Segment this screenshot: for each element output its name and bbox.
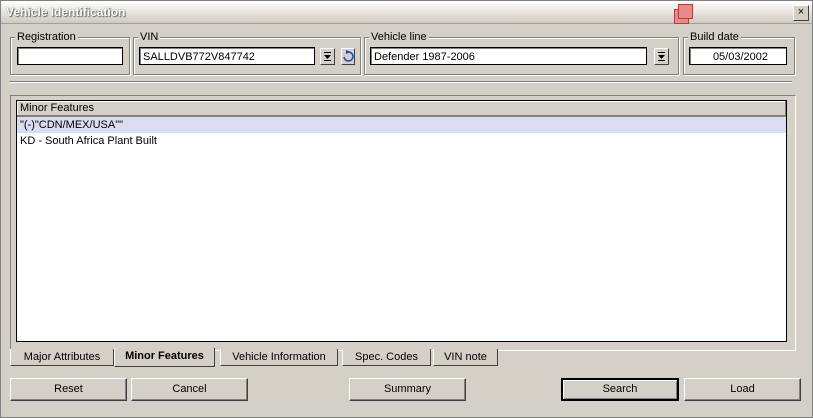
chevron-down-icon xyxy=(658,52,665,61)
list-item[interactable]: "(-)"CDN/MEX/USA"" xyxy=(17,117,786,133)
chevron-down-icon xyxy=(324,52,331,61)
vin-label: VIN xyxy=(138,31,161,43)
vehicle-line-dropdown-button[interactable] xyxy=(654,48,669,65)
vehicle-line-input[interactable]: Defender 1987-2006 xyxy=(370,47,647,65)
tab-spec-codes[interactable]: Spec. Codes xyxy=(342,349,431,366)
tab-minor-features[interactable]: Minor Features xyxy=(114,348,215,367)
summary-button[interactable]: Summary xyxy=(349,378,466,401)
window-title: Vehicle Identification xyxy=(6,5,126,19)
close-button[interactable]: × xyxy=(793,5,809,21)
registration-label: Registration xyxy=(15,31,78,43)
vin-dropdown-button[interactable] xyxy=(320,48,335,65)
list-column-header[interactable]: Minor Features xyxy=(17,101,786,117)
vin-input[interactable]: SALLDVB772V847742 xyxy=(139,47,315,65)
header-separator xyxy=(9,81,792,83)
registration-input[interactable] xyxy=(17,47,123,65)
reset-button[interactable]: Reset xyxy=(10,378,127,401)
vehicle-identification-window: Vehicle Identification × Registration VI… xyxy=(0,0,813,418)
load-button[interactable]: Load xyxy=(684,378,801,401)
list-item[interactable]: KD - South Africa Plant Built xyxy=(17,133,786,149)
tab-vehicle-information[interactable]: Vehicle Information xyxy=(220,349,338,366)
vehicle-line-label: Vehicle line xyxy=(369,31,429,43)
search-button[interactable]: Search xyxy=(561,378,679,401)
minor-features-list[interactable]: Minor Features "(-)"CDN/MEX/USA"" KD - S… xyxy=(16,100,787,342)
tab-major-attributes[interactable]: Major Attributes xyxy=(10,349,114,366)
build-date-label: Build date xyxy=(688,31,741,43)
build-date-input[interactable]: 05/03/2002 xyxy=(689,47,787,65)
cancel-button[interactable]: Cancel xyxy=(131,378,248,401)
vin-refresh-button[interactable] xyxy=(341,48,355,65)
tab-vin-note[interactable]: VIN note xyxy=(433,349,498,366)
refresh-icon xyxy=(343,50,354,62)
title-bar[interactable]: Vehicle Identification × xyxy=(1,1,812,24)
windows-icon xyxy=(674,4,696,26)
